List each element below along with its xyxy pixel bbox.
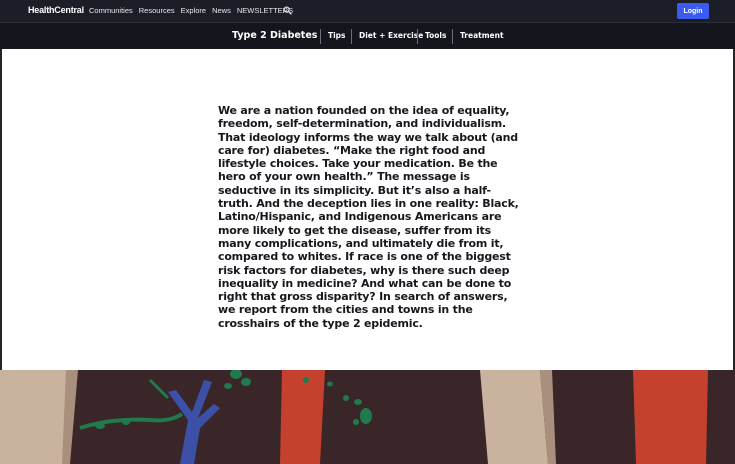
top-navigation-bar: HealthCentral Communities Resources Expl…: [0, 0, 735, 22]
login-button[interactable]: Login: [677, 3, 709, 19]
nav-link-communities[interactable]: Communities: [89, 6, 133, 15]
healthcentral-logo[interactable]: HealthCentral: [28, 5, 84, 15]
subnav-divider: [452, 29, 453, 44]
main-nav-links: Communities Resources Explore News NEWSL…: [89, 6, 299, 15]
subnav-divider: [320, 29, 321, 44]
subnav-item-tools[interactable]: Tools: [425, 31, 446, 40]
nav-link-explore[interactable]: Explore: [181, 6, 206, 15]
subnav-divider: [417, 29, 418, 44]
beige-trunk-left: [0, 370, 66, 464]
topic-subnav: Type 2 Diabetes Tips Diet + Exercise Too…: [0, 22, 735, 49]
forest-illustration: [0, 370, 735, 464]
green-leaf: [354, 399, 362, 405]
green-leaf: [353, 419, 359, 425]
nav-link-resources[interactable]: Resources: [139, 6, 175, 15]
article-intro-text: We are a nation founded on the idea of e…: [218, 104, 519, 330]
green-leaf: [95, 423, 105, 429]
green-leaf: [303, 377, 309, 383]
green-leaf: [327, 381, 333, 387]
green-leaf: [343, 395, 349, 401]
subnav-divider: [351, 29, 352, 44]
green-leaf: [241, 378, 251, 386]
green-leaf: [224, 383, 232, 389]
green-leaf: [122, 419, 130, 425]
subnav-item-diet-exercise[interactable]: Diet + Exercise: [359, 31, 423, 40]
subnav-item-tips[interactable]: Tips: [328, 31, 346, 40]
hero-illustration: [0, 370, 735, 464]
red-trunk-right: [633, 370, 708, 464]
nav-link-news[interactable]: News: [212, 6, 231, 15]
subnav-item-treatment[interactable]: Treatment: [460, 31, 504, 40]
search-icon[interactable]: [283, 6, 292, 15]
beige-trunk-right: [480, 370, 548, 464]
topic-title[interactable]: Type 2 Diabetes: [232, 30, 317, 41]
red-trunk-center: [280, 370, 325, 464]
green-leaf: [360, 408, 372, 424]
